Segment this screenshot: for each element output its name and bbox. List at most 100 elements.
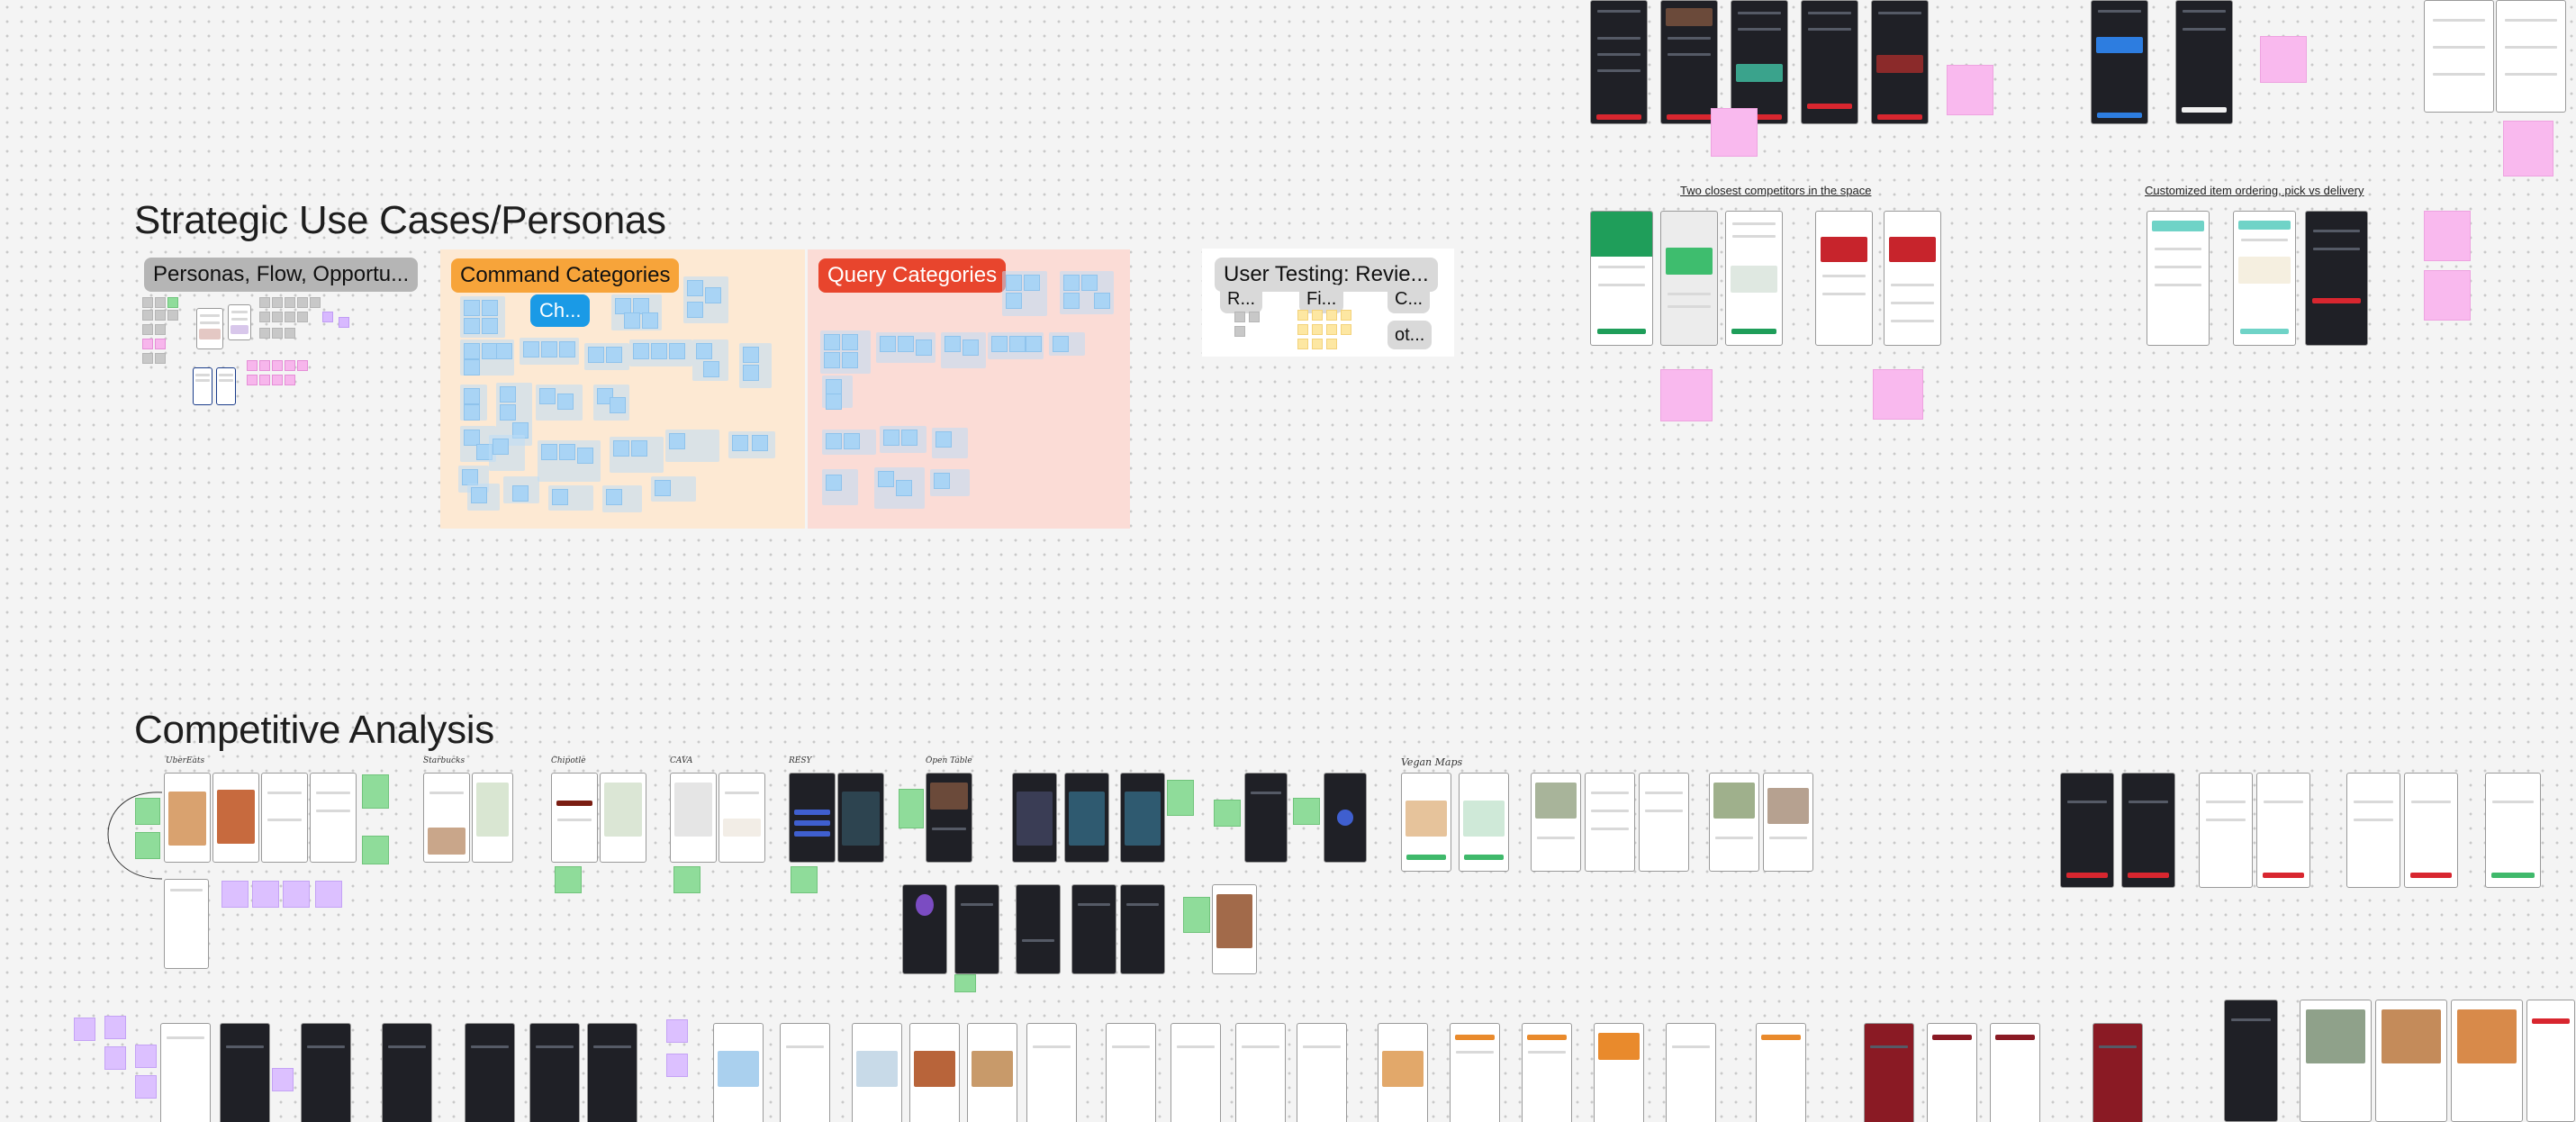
- annotation-note[interactable]: [899, 789, 924, 828]
- annotation-note[interactable]: [135, 1045, 157, 1068]
- annotation-note[interactable]: [1167, 780, 1194, 816]
- ordering-board-label[interactable]: Customized item ordering, pick vs delive…: [2145, 184, 2364, 197]
- competitor-label-chipotle[interactable]: Chipotle: [551, 756, 586, 765]
- sticky-note[interactable]: [898, 336, 914, 352]
- annotation-note[interactable]: [954, 974, 976, 992]
- app-screen[interactable]: [1590, 0, 1648, 124]
- heading-competitive-analysis[interactable]: Competitive Analysis: [134, 708, 494, 753]
- sticky-note[interactable]: [1081, 275, 1098, 291]
- competitors-board-label[interactable]: Two closest competitors in the space: [1680, 184, 1871, 197]
- sticky-note[interactable]: [464, 404, 480, 421]
- app-screen[interactable]: [2199, 773, 2253, 888]
- sticky-note[interactable]: [142, 339, 153, 349]
- sticky-note[interactable]: [464, 343, 480, 359]
- app-screen[interactable]: [1756, 1023, 1806, 1122]
- annotation-note[interactable]: [1660, 369, 1713, 421]
- app-screen[interactable]: [1064, 773, 1109, 863]
- annotation-note[interactable]: [1873, 369, 1923, 420]
- app-screen[interactable]: [465, 1023, 515, 1122]
- app-screen[interactable]: [1660, 211, 1718, 346]
- sticky-note[interactable]: [155, 297, 166, 308]
- sticky-note[interactable]: [285, 328, 295, 339]
- sticky-note[interactable]: [247, 375, 258, 385]
- sticky-note[interactable]: [272, 312, 283, 322]
- app-screen[interactable]: [2526, 1000, 2575, 1122]
- sticky-note[interactable]: [541, 341, 557, 357]
- sticky-note[interactable]: [322, 312, 333, 322]
- annotation-note[interactable]: [135, 1075, 157, 1099]
- annotation-note[interactable]: [1214, 800, 1241, 827]
- app-screen[interactable]: [1170, 1023, 1221, 1122]
- sticky-note[interactable]: [826, 475, 842, 491]
- sticky-note[interactable]: [633, 343, 649, 359]
- sticky-note[interactable]: [482, 318, 498, 334]
- app-screen[interactable]: [551, 773, 598, 863]
- app-screen[interactable]: [1709, 773, 1759, 872]
- sticky-note[interactable]: [247, 360, 258, 371]
- personas-section-label[interactable]: Personas, Flow, Opportu...: [144, 258, 419, 292]
- annotation-note[interactable]: [135, 832, 160, 859]
- wireframe-screen[interactable]: [196, 308, 223, 349]
- app-screen[interactable]: [2175, 0, 2233, 124]
- app-screen[interactable]: [1731, 0, 1788, 124]
- app-screen[interactable]: [1297, 1023, 1347, 1122]
- sticky-note[interactable]: [651, 343, 667, 359]
- sticky-note[interactable]: [272, 375, 283, 385]
- app-screen[interactable]: [1871, 0, 1929, 124]
- competitor-label-ubereats[interactable]: UberEats: [166, 756, 204, 765]
- sticky-note[interactable]: [297, 312, 308, 322]
- sticky-note[interactable]: [705, 287, 721, 303]
- app-screen[interactable]: [2121, 773, 2175, 888]
- sticky-note[interactable]: [155, 339, 166, 349]
- sticky-note[interactable]: [669, 343, 685, 359]
- sticky-note[interactable]: [142, 310, 153, 321]
- sticky-note[interactable]: [272, 360, 283, 371]
- annotation-note[interactable]: [555, 866, 582, 893]
- sticky-note[interactable]: [1094, 293, 1110, 309]
- wireframe-screen[interactable]: [228, 304, 251, 340]
- sticky-note[interactable]: [1024, 275, 1040, 291]
- annotation-note[interactable]: [1183, 897, 1210, 933]
- app-screen[interactable]: [1864, 1023, 1914, 1122]
- sticky-note[interactable]: [901, 430, 917, 446]
- app-screen[interactable]: [1016, 884, 1061, 974]
- sticky-note[interactable]: [259, 375, 270, 385]
- app-screen[interactable]: [1801, 0, 1858, 124]
- app-screen[interactable]: [1401, 773, 1451, 872]
- sticky-note[interactable]: [259, 360, 270, 371]
- app-screen[interactable]: [2300, 1000, 2372, 1122]
- app-screen[interactable]: [164, 879, 209, 969]
- sticky-note[interactable]: [482, 300, 498, 316]
- sticky-note[interactable]: [883, 430, 899, 446]
- section-query-categories[interactable]: Query Categories: [808, 249, 1130, 529]
- app-screen[interactable]: [301, 1023, 351, 1122]
- app-screen[interactable]: [1763, 773, 1813, 872]
- app-screen[interactable]: [1522, 1023, 1572, 1122]
- sticky-note[interactable]: [1249, 312, 1260, 322]
- sticky-note[interactable]: [842, 352, 858, 368]
- annotation-note[interactable]: [2260, 36, 2307, 83]
- sticky-note[interactable]: [1312, 339, 1323, 349]
- sticky-note[interactable]: [687, 280, 703, 296]
- sticky-note[interactable]: [155, 353, 166, 364]
- app-screen[interactable]: [2256, 773, 2310, 888]
- app-screen[interactable]: [160, 1023, 211, 1122]
- app-screen[interactable]: [2485, 773, 2541, 888]
- sticky-note[interactable]: [272, 297, 283, 308]
- sticky-note[interactable]: [167, 297, 178, 308]
- sticky-note[interactable]: [631, 440, 647, 457]
- sticky-note[interactable]: [1341, 324, 1351, 335]
- sticky-note[interactable]: [297, 297, 308, 308]
- sticky-note[interactable]: [606, 489, 622, 505]
- annotation-note[interactable]: [221, 881, 249, 908]
- app-screen[interactable]: [261, 773, 308, 863]
- app-screen[interactable]: [1590, 211, 1653, 346]
- sticky-note[interactable]: [1006, 293, 1022, 309]
- sticky-note[interactable]: [624, 312, 640, 329]
- annotation-note[interactable]: [362, 774, 389, 809]
- sticky-note[interactable]: [844, 433, 860, 449]
- app-screen[interactable]: [587, 1023, 637, 1122]
- annotation-note[interactable]: [315, 881, 342, 908]
- app-screen[interactable]: [2404, 773, 2458, 888]
- sticky-note[interactable]: [1063, 293, 1080, 309]
